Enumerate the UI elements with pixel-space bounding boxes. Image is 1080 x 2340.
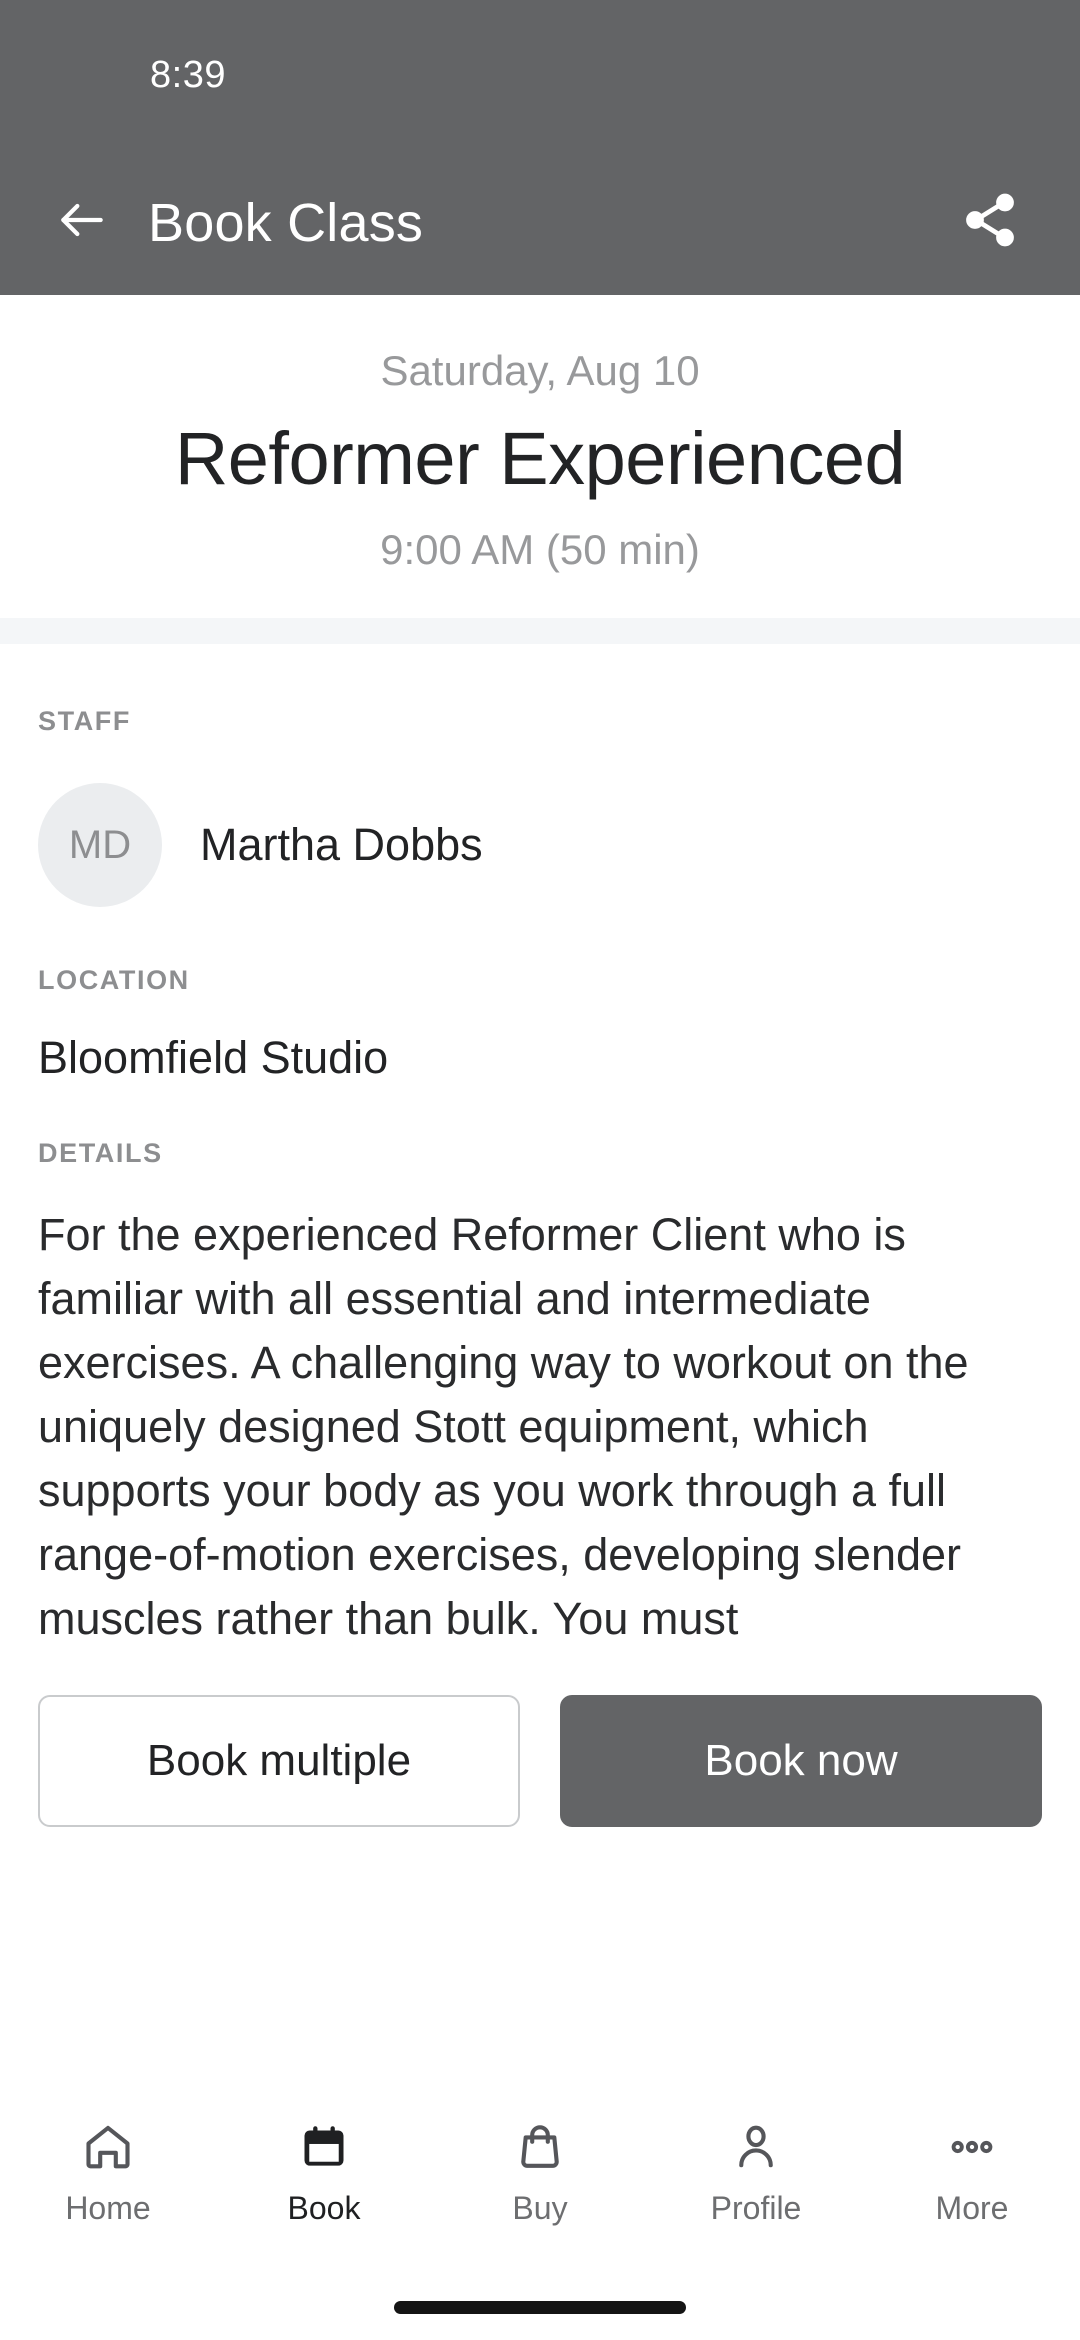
share-button[interactable]: [948, 181, 1032, 265]
arrow-left-icon: [54, 192, 110, 253]
person-icon: [730, 2116, 782, 2178]
class-date: Saturday, Aug 10: [380, 347, 700, 394]
class-details-content: STAFF MD Martha Dobbs LOCATION Bloomfiel…: [0, 706, 1080, 1650]
avatar-initials: MD: [68, 822, 132, 867]
book-multiple-label: Book multiple: [146, 1735, 412, 1785]
nav-label-buy: Buy: [512, 2190, 568, 2226]
action-buttons: Book multiple Book now: [0, 1694, 1080, 1827]
dots-icon: [946, 2116, 998, 2178]
nav-item-buy[interactable]: Buy: [432, 2110, 648, 2227]
staff-section-label: STAFF: [38, 706, 131, 737]
class-time: 9:00 AM (50 min): [380, 525, 700, 573]
details-section-label: DETAILS: [38, 1138, 163, 1169]
nav-item-profile[interactable]: Profile: [648, 2110, 864, 2227]
class-summary: Saturday, Aug 10 Reformer Experienced 9:…: [0, 295, 1080, 619]
staff-row[interactable]: MD Martha Dobbs: [38, 783, 1042, 908]
page-title: Book Class: [148, 192, 424, 253]
app-bar: Book Class: [0, 150, 1080, 295]
avatar: MD: [38, 783, 162, 908]
back-button[interactable]: [40, 181, 124, 265]
phone-screen: 8:39 Book Class Saturday, Aug 10 Reforme…: [0, 0, 1080, 2340]
share-icon: [960, 190, 1020, 255]
bottom-navigation: Home Book Buy Profile More: [0, 2110, 1080, 2270]
nav-item-home[interactable]: Home: [0, 2110, 216, 2227]
status-bar: 8:39: [0, 0, 1080, 150]
book-now-button[interactable]: Book now: [560, 1694, 1042, 1827]
book-multiple-button[interactable]: Book multiple: [38, 1694, 520, 1827]
status-bar-clock: 8:39: [150, 53, 226, 96]
section-divider-band: [0, 618, 1080, 645]
nav-label-home: Home: [65, 2190, 151, 2226]
nav-label-profile: Profile: [710, 2190, 802, 2226]
nav-label-more: More: [935, 2190, 1009, 2226]
details-body: For the experienced Reformer Client who …: [38, 1209, 969, 1644]
gesture-home-indicator[interactable]: [394, 2301, 686, 2314]
calendar-icon: [298, 2116, 350, 2178]
nav-label-book: Book: [287, 2190, 361, 2226]
nav-item-book[interactable]: Book: [216, 2110, 432, 2227]
nav-item-more[interactable]: More: [864, 2110, 1080, 2227]
staff-name: Martha Dobbs: [200, 819, 483, 871]
class-title: Reformer Experienced: [174, 416, 906, 500]
home-icon: [82, 2116, 134, 2178]
book-now-label: Book now: [704, 1735, 898, 1785]
bag-icon: [514, 2116, 566, 2178]
app-bar-container: 8:39 Book Class: [0, 0, 1080, 295]
location-section-label: LOCATION: [38, 965, 190, 996]
location-value: Bloomfield Studio: [38, 1032, 389, 1084]
